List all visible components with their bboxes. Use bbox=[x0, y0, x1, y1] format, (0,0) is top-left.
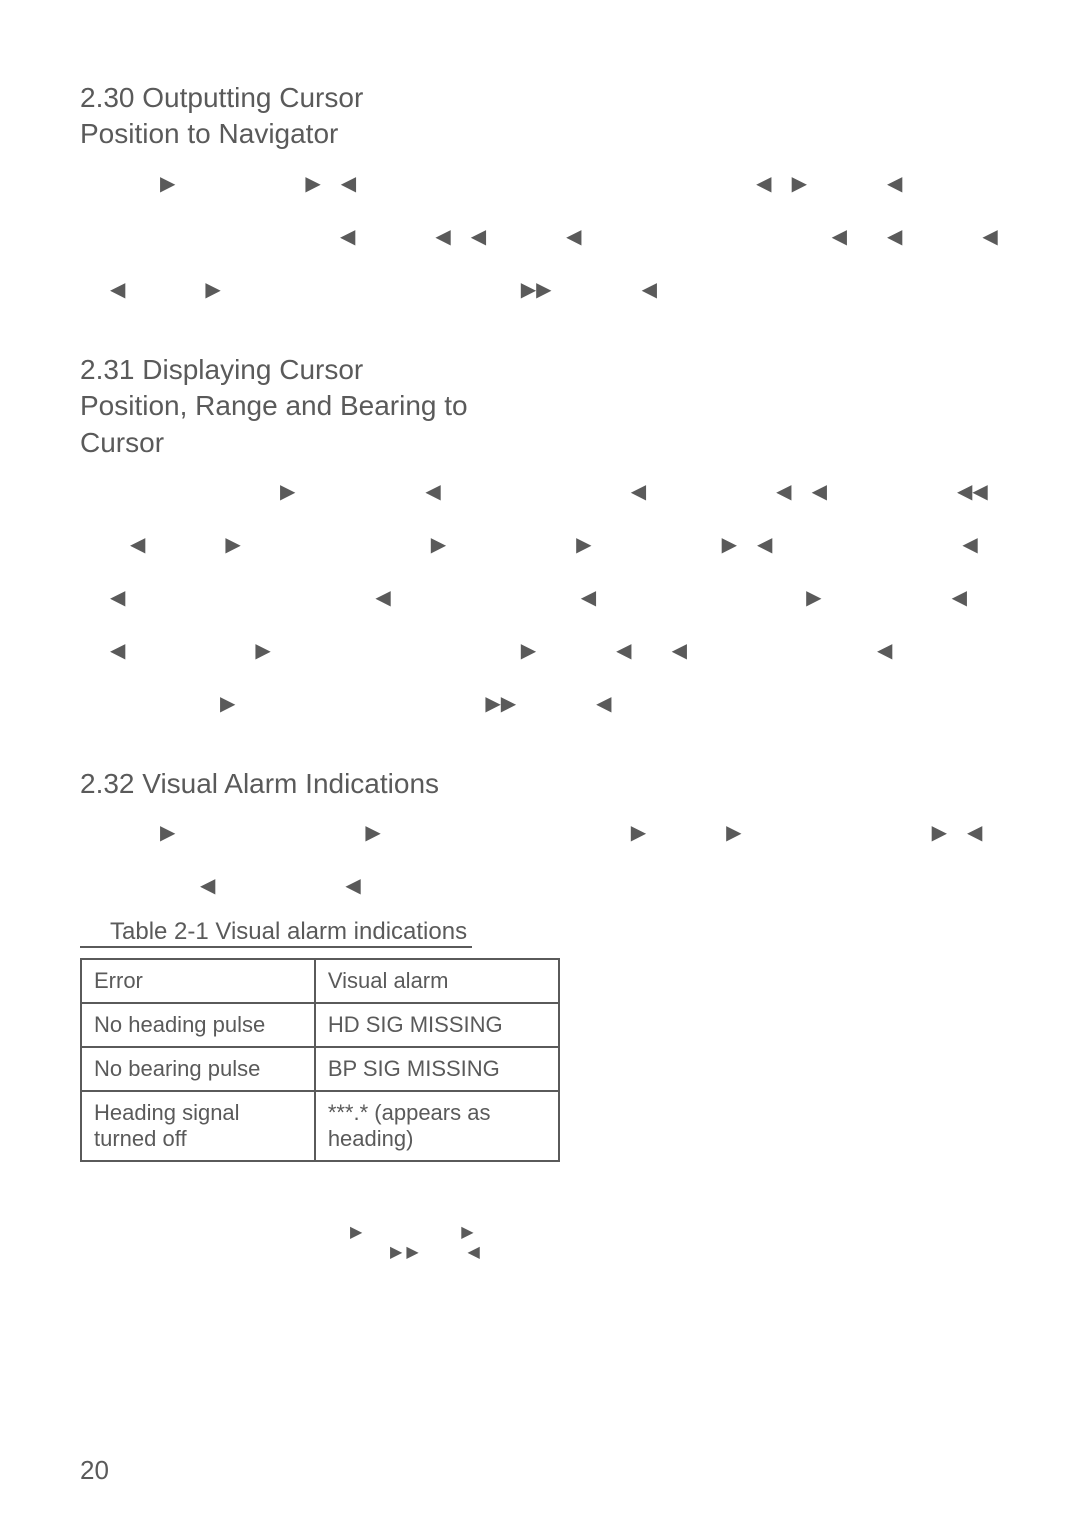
table-cell: Visual alarm bbox=[315, 959, 559, 1003]
triangle-right-icon: ▶ bbox=[365, 820, 380, 845]
triangle-left-icon: ◀ bbox=[877, 638, 892, 663]
table-row: Error Visual alarm bbox=[81, 959, 559, 1003]
triangle-left-icon: ◀ bbox=[340, 224, 355, 249]
visual-alarm-table: Error Visual alarm No heading pulse HD S… bbox=[80, 958, 560, 1162]
triangle-left-icon: ◀ bbox=[631, 479, 646, 504]
triangle-left-icon: ◀ bbox=[200, 873, 215, 898]
triangle-left-icon: ◀ bbox=[596, 691, 611, 716]
triangle-right-icon: ▶ bbox=[521, 638, 536, 663]
triangle-left-icon: ◀ bbox=[887, 224, 902, 249]
table-row: Heading signal turned off ***.* (appears… bbox=[81, 1091, 559, 1161]
triangle-left-icon: ◀ bbox=[130, 532, 145, 557]
triangle-right-icon: ▶ bbox=[576, 532, 591, 557]
triangle-left-icon: ◀ bbox=[435, 224, 450, 249]
heading-232-text: 2.32 Visual Alarm Indications bbox=[80, 768, 439, 799]
table-cell: HD SIG MISSING bbox=[315, 1003, 559, 1047]
triangle-right-icon: ▶ bbox=[305, 171, 320, 196]
triangle-right-icon: ▶ bbox=[220, 691, 235, 716]
triangle-left-icon: ◀ bbox=[110, 277, 125, 302]
triangle-right-icon: ▶ bbox=[255, 638, 270, 663]
triangle-right-icon: ▶ bbox=[225, 532, 240, 557]
table-cell: BP SIG MISSING bbox=[315, 1047, 559, 1091]
triangle-left-icon: ◀ bbox=[887, 171, 902, 196]
table-cell: Heading signal turned off bbox=[81, 1091, 315, 1161]
triangle-right-icon: ▶ bbox=[350, 1224, 362, 1241]
triangle-left-icon: ◀ bbox=[672, 638, 687, 663]
triangles-231: ▶ ◀ ◀ ◀ ◀ ◀◀ ◀ ▶ ▶ ▶ ▶ ◀ ◀ ◀ ◀ ◀ ▶ bbox=[80, 479, 1000, 716]
triangle-left-icon: ◀ bbox=[757, 532, 772, 557]
triangle-left-icon: ◀ bbox=[776, 479, 791, 504]
heading-232: 2.32 Visual Alarm Indications bbox=[80, 766, 1000, 802]
table-cell: No bearing pulse bbox=[81, 1047, 315, 1091]
triangle-left-icon: ◀ bbox=[962, 532, 977, 557]
triangle-left-icon: ◀ bbox=[375, 585, 390, 610]
triangle-right-icon: ▶ bbox=[806, 585, 821, 610]
triangle-left-icon: ◀ bbox=[110, 638, 125, 663]
heading-230: 2.30 Outputting Cursor Position to Navig… bbox=[80, 80, 1000, 153]
triangle-right-icon: ▶ bbox=[726, 820, 741, 845]
page-number: 20 bbox=[80, 1455, 109, 1486]
heading-231-line3: Cursor bbox=[80, 427, 164, 458]
triangle-left-icon: ◀ bbox=[345, 873, 360, 898]
table-row: No bearing pulse BP SIG MISSING bbox=[81, 1047, 559, 1091]
triangle-left-icon: ◀ bbox=[756, 171, 771, 196]
triangle-right-icon: ▶ bbox=[110, 820, 175, 845]
triangle-left-icon: ◀ bbox=[812, 479, 827, 504]
triangle-right-icon: ▶ bbox=[461, 1224, 473, 1241]
triangles-bottom: ▶ ▶ ▶▶ ◀ bbox=[80, 1222, 1000, 1262]
table-cell: Error bbox=[81, 959, 315, 1003]
table-row: No heading pulse HD SIG MISSING bbox=[81, 1003, 559, 1047]
triangle-left-icon: ◀ bbox=[616, 638, 631, 663]
triangle-left-icon: ◀ bbox=[471, 224, 486, 249]
triangle-left-icon: ◀ bbox=[341, 171, 356, 196]
table-cell: ***.* (appears as heading) bbox=[315, 1091, 559, 1161]
triangle-right-icon: ▶ bbox=[431, 532, 446, 557]
triangles-230: ▶ ▶ ◀ ◀ ▶ ◀ ◀ ◀ ◀ ◀ ◀ ◀ ◀ ◀ ▶ ▶▶ ◀ bbox=[80, 171, 1000, 302]
triangle-right-icon: ▶ bbox=[205, 277, 220, 302]
triangle-right-icon: ▶ bbox=[932, 820, 947, 845]
triangle-left-icon: ◀ bbox=[982, 224, 997, 249]
triangle-right-icon: ▶ bbox=[110, 171, 175, 196]
triangle-left-icon: ◀ bbox=[832, 224, 847, 249]
triangle-left-icon: ◀ bbox=[967, 820, 982, 845]
heading-230-line2: Position to Navigator bbox=[80, 118, 338, 149]
triangle-right-icon: ▶▶ bbox=[485, 691, 516, 716]
table-caption: Table 2-1 Visual alarm indications bbox=[80, 918, 472, 948]
triangle-left-icon: ◀◀ bbox=[957, 479, 988, 504]
triangle-right-icon: ▶ bbox=[722, 532, 737, 557]
heading-231-line2: Position, Range and Bearing to bbox=[80, 390, 468, 421]
triangle-right-icon: ▶ bbox=[631, 820, 646, 845]
triangle-right-icon: ▶ bbox=[280, 479, 295, 504]
triangle-right-icon: ▶ bbox=[792, 171, 807, 196]
triangle-left-icon: ◀ bbox=[425, 479, 440, 504]
triangle-right-icon: ▶▶ bbox=[350, 1242, 419, 1262]
triangles-232: ▶ ▶ ▶ ▶ ▶ ◀ ◀ ◀ bbox=[80, 820, 1000, 898]
heading-231: 2.31 Displaying Cursor Position, Range a… bbox=[80, 352, 1000, 461]
triangle-left-icon: ◀ bbox=[566, 224, 581, 249]
heading-230-line1: 2.30 Outputting Cursor bbox=[80, 82, 363, 113]
triangle-left-icon: ◀ bbox=[581, 585, 596, 610]
triangle-right-icon: ▶▶ bbox=[521, 277, 552, 302]
triangle-left-icon: ◀ bbox=[468, 1244, 480, 1261]
triangle-left-icon: ◀ bbox=[110, 585, 125, 610]
table-cell: No heading pulse bbox=[81, 1003, 315, 1047]
triangle-left-icon: ◀ bbox=[952, 585, 967, 610]
triangle-left-icon: ◀ bbox=[592, 277, 657, 302]
heading-231-line1: 2.31 Displaying Cursor bbox=[80, 354, 363, 385]
